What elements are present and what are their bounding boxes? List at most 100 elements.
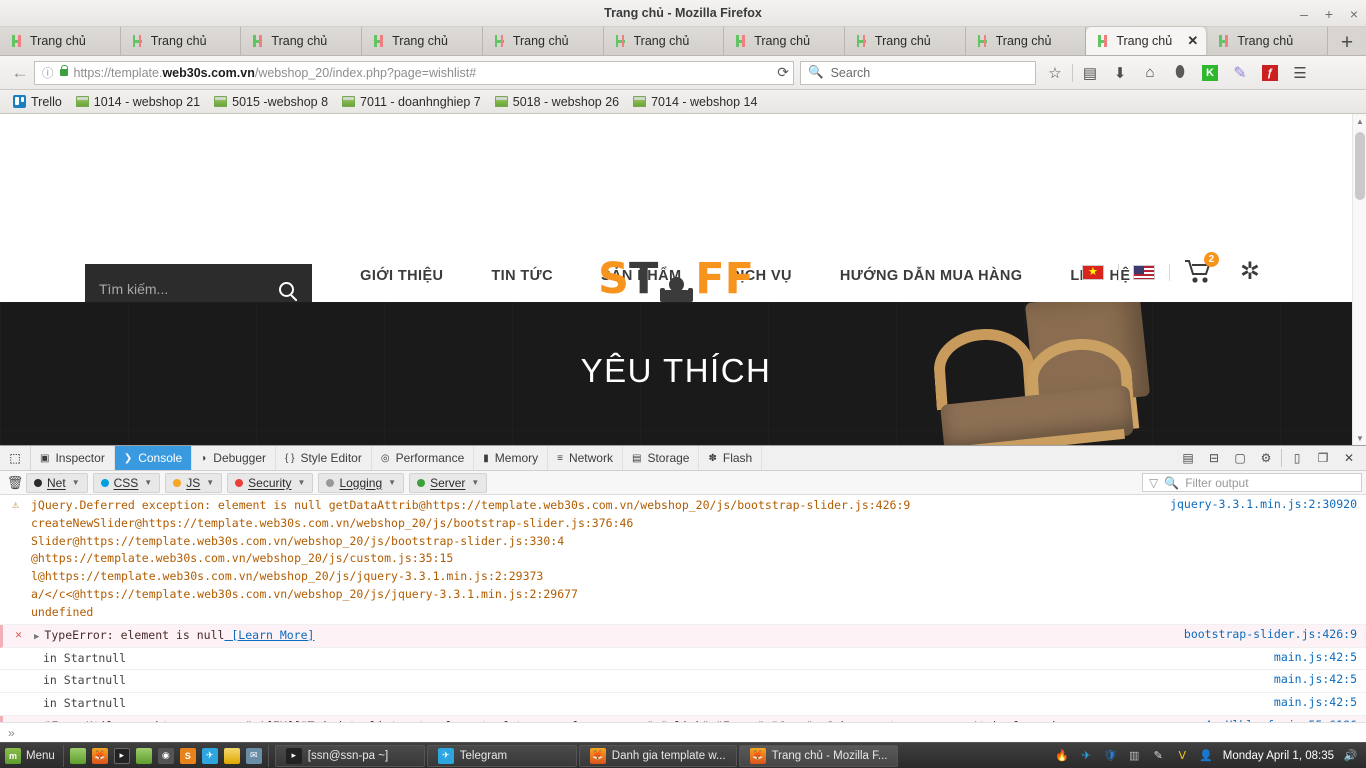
devtools-tab-flash[interactable]: ✽ Flash [699, 446, 763, 470]
console-filter-net[interactable]: Net ▼ [26, 472, 88, 493]
console-message-err[interactable]: ✕ ▶ TypeError: element is null [Learn More… [0, 624, 1366, 648]
vietnam-flag-icon[interactable]: ★ [1081, 264, 1104, 280]
console-message-stack[interactable]: in Startnull main.js:42:5 [0, 670, 1366, 694]
console-input-prompt[interactable]: » [0, 722, 1366, 742]
learn-more-link[interactable]: [Learn More] [224, 628, 314, 642]
devtools-tab-inspector[interactable]: ▣ Inspector [31, 446, 115, 470]
mail-icon[interactable]: ✉ [245, 747, 262, 764]
browser-tab[interactable]: Trang chủ [0, 27, 121, 55]
console-filter-js[interactable]: JS ▼ [165, 472, 223, 493]
console-message-source[interactable]: main.js:42:5 [1274, 672, 1366, 690]
bookmark-star-icon[interactable]: ☆ [1040, 59, 1070, 87]
taskbar-window-button[interactable]: 🦊 Danh gia template w... [578, 744, 737, 767]
volume-icon[interactable]: 🔊 [1343, 748, 1358, 763]
page-scrollbar[interactable]: ▲ ▼ [1352, 114, 1366, 445]
back-button[interactable]: ← [6, 60, 34, 86]
clear-console-icon[interactable]: 🗑 [4, 475, 26, 491]
browser-tab[interactable]: Trang chủ [241, 27, 363, 55]
console-message-source[interactable]: bootstrap-slider.js:426:9 [1184, 627, 1366, 645]
console-filter-css[interactable]: CSS ▼ [92, 472, 161, 493]
taskbar-window-button[interactable]: ✈ Telegram [426, 744, 577, 767]
console-filter-logging[interactable]: Logging ▼ [318, 472, 405, 493]
split-console-icon[interactable]: ⊟ [1201, 446, 1227, 471]
filter-output-input[interactable]: ▽ 🔍 Filter output [1142, 473, 1362, 492]
taskbar-window-button[interactable]: ▸ [ssn@ssn-pa ~] [274, 744, 425, 767]
settings-gear-icon[interactable]: ⚙ [1253, 446, 1279, 471]
browser-tab[interactable]: Trang chủ [1207, 27, 1329, 55]
dock-side-icon[interactable]: ▯ [1284, 446, 1310, 471]
close-window-button[interactable]: × [1348, 7, 1360, 21]
user-icon[interactable]: 👤 [1199, 748, 1214, 763]
settings-gear-icon[interactable]: ✲ [1240, 260, 1260, 284]
scroll-up-arrow[interactable]: ▲ [1353, 114, 1366, 128]
devtools-tab-console[interactable]: ❯ Console [114, 446, 193, 470]
browser-tab[interactable]: Trang chủ [844, 27, 966, 55]
flame-icon[interactable]: 🔥 [1055, 748, 1070, 763]
terminal-icon[interactable]: ▸ [113, 747, 130, 764]
flash-icon[interactable]: ƒ [1255, 59, 1285, 87]
console-filter-security[interactable]: Security ▼ [227, 472, 314, 493]
telegram-icon[interactable]: ✈ [1079, 748, 1094, 763]
taskbar-clock[interactable]: Monday April 1, 08:35 [1223, 750, 1334, 762]
show-desktop-icon[interactable] [69, 747, 86, 764]
kaspersky-icon[interactable]: K [1195, 59, 1225, 87]
browser-tab[interactable]: Trang chủ [362, 27, 483, 55]
menu-icon[interactable]: ☰ [1285, 59, 1315, 87]
console-output[interactable]: ⚠ jQuery.Deferred exception: element is n… [0, 495, 1366, 722]
chevron-down-icon[interactable]: ▼ [471, 478, 479, 487]
devtools-tab-memory[interactable]: ▮ Memory [474, 446, 549, 470]
scroll-down-arrow[interactable]: ▼ [1353, 431, 1366, 445]
downloads-icon[interactable]: ⬇ [1105, 59, 1135, 87]
files-icon[interactable] [135, 747, 152, 764]
console-filter-server[interactable]: Server ▼ [409, 472, 488, 493]
pocket-icon[interactable]: ⬮ [1165, 59, 1195, 87]
expand-arrow-icon[interactable]: ▶ [34, 632, 39, 642]
dock-separate-icon[interactable]: ❐ [1310, 446, 1336, 471]
browser-tab[interactable]: Trang chủ [482, 27, 604, 55]
screenshot-icon[interactable]: ◉ [157, 747, 174, 764]
firefox-icon[interactable]: 🦊 [91, 747, 108, 764]
chevron-down-icon[interactable]: ▼ [206, 478, 214, 487]
bookmark-item[interactable]: 7014 - webshop 14 [626, 95, 764, 109]
chevron-down-icon[interactable]: ▼ [144, 478, 152, 487]
chevron-down-icon[interactable]: ▼ [298, 478, 306, 487]
chevron-down-icon[interactable]: ▼ [388, 478, 396, 487]
monitor-icon[interactable]: ▥ [1127, 748, 1142, 763]
maximize-button[interactable]: + [1323, 7, 1335, 21]
bookmark-item[interactable]: 5018 - webshop 26 [488, 95, 626, 109]
home-icon[interactable]: ⌂ [1135, 59, 1165, 87]
notes-icon[interactable] [223, 747, 240, 764]
devtools-tab-storage[interactable]: ▤ Storage [623, 446, 700, 470]
console-message-stack[interactable]: in Startnull main.js:42:5 [0, 693, 1366, 717]
browser-search-bar[interactable]: 🔍 Search [800, 60, 1036, 85]
console-message-warn[interactable]: ⚠ jQuery.Deferred exception: element is n… [0, 495, 1366, 625]
url-bar[interactable]: ⓘ https://template.web30s.com.vn/webshop… [34, 60, 794, 85]
close-devtools-icon[interactable]: ✕ [1336, 446, 1362, 471]
console-message-stack[interactable]: in Startnull main.js:42:5 [0, 647, 1366, 671]
bookmark-item[interactable]: 1014 - webshop 21 [69, 95, 207, 109]
telegram-icon[interactable]: ✈ [201, 747, 218, 764]
element-picker-icon[interactable]: ⬚ [0, 446, 31, 470]
vpn-icon[interactable]: Ⅴ [1175, 748, 1190, 763]
usa-flag-icon[interactable] [1132, 264, 1155, 280]
shield-icon[interactable]: 🛡 [1103, 748, 1118, 763]
browser-tab[interactable]: Trang chủ ✕ [1086, 27, 1208, 55]
devtools-tab-network[interactable]: ≡ Network [548, 446, 623, 470]
console-message-source[interactable]: main.js:42:5 [1274, 650, 1366, 668]
minimize-button[interactable]: – [1298, 7, 1310, 21]
responsive-mode-icon[interactable]: ▢ [1227, 446, 1253, 471]
pen-icon[interactable]: ✎ [1151, 748, 1166, 763]
devtools-tab-style-editor[interactable]: { } Style Editor [276, 446, 372, 470]
devtools-tab-debugger[interactable]: ◗ Debugger [192, 446, 276, 470]
bookmark-item[interactable]: Trello [6, 95, 69, 109]
browser-tab[interactable]: Trang chủ [603, 27, 725, 55]
library-icon[interactable]: ▤ [1075, 59, 1105, 87]
chevron-down-icon[interactable]: ▼ [72, 478, 80, 487]
page-info-icon[interactable]: ⓘ [42, 65, 54, 81]
browser-tab[interactable]: Trang chủ [965, 27, 1087, 55]
layout-icon[interactable]: ▤ [1175, 446, 1201, 471]
start-menu-button[interactable]: m Menu [0, 747, 63, 764]
browser-tab[interactable]: Trang chủ [724, 27, 845, 55]
browser-tab[interactable]: Trang chủ [120, 27, 242, 55]
scroll-thumb[interactable] [1355, 132, 1365, 200]
